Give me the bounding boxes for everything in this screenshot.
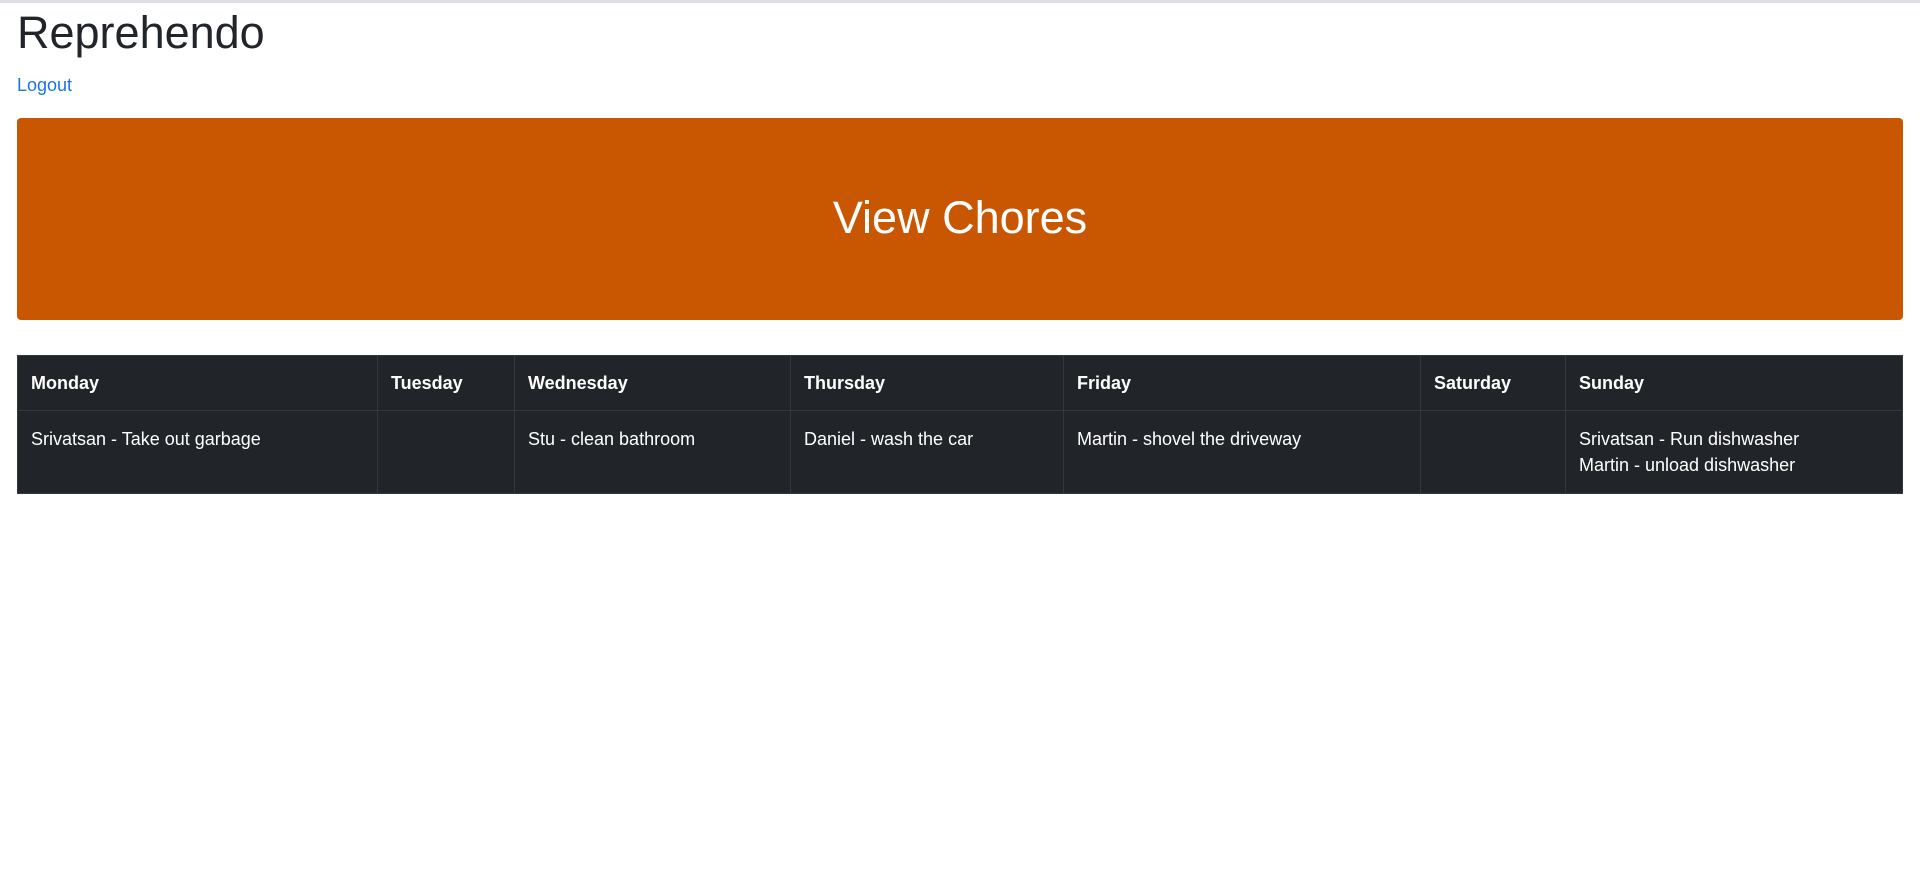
chore-entry: Martin - shovel the driveway [1077,429,1302,449]
column-header-saturday: Saturday [1420,355,1566,411]
column-header-thursday: Thursday [790,355,1064,411]
cell-sunday: Srivatsan - Run dishwasher Martin - unloa… [1565,410,1903,494]
chore-entry: Srivatsan - Run dishwasher [1579,429,1800,449]
table-row: Srivatsan - Take out garbage Stu - clean … [17,410,1903,494]
table-header-row: Monday Tuesday Wednesday Thursday Friday… [17,355,1903,411]
column-header-monday: Monday [17,355,378,411]
cell-wednesday: Stu - clean bathroom [514,410,791,494]
chores-table: Monday Tuesday Wednesday Thursday Friday… [17,355,1903,494]
banner-title: View Chores [832,192,1088,243]
chore-entry: Stu - clean bathroom [528,429,696,449]
app-title: Reprehendo [17,7,265,58]
column-header-tuesday: Tuesday [377,355,515,411]
view-chores-banner: View Chores [17,118,1903,320]
cell-tuesday [377,410,515,494]
cell-thursday: Daniel - wash the car [790,410,1064,494]
cell-friday: Martin - shovel the driveway [1063,410,1421,494]
chore-entry: Daniel - wash the car [804,429,974,449]
cell-monday: Srivatsan - Take out garbage [17,410,378,494]
logout-link[interactable]: Logout [17,74,72,96]
chore-entry: Srivatsan - Take out garbage [31,429,261,449]
column-header-friday: Friday [1063,355,1421,411]
cell-saturday [1420,410,1566,494]
chore-entry: Martin - unload dishwasher [1579,455,1796,475]
column-header-wednesday: Wednesday [514,355,791,411]
column-header-sunday: Sunday [1565,355,1903,411]
page-container: Reprehendo Logout View Chores Monday Tue… [17,0,1903,494]
